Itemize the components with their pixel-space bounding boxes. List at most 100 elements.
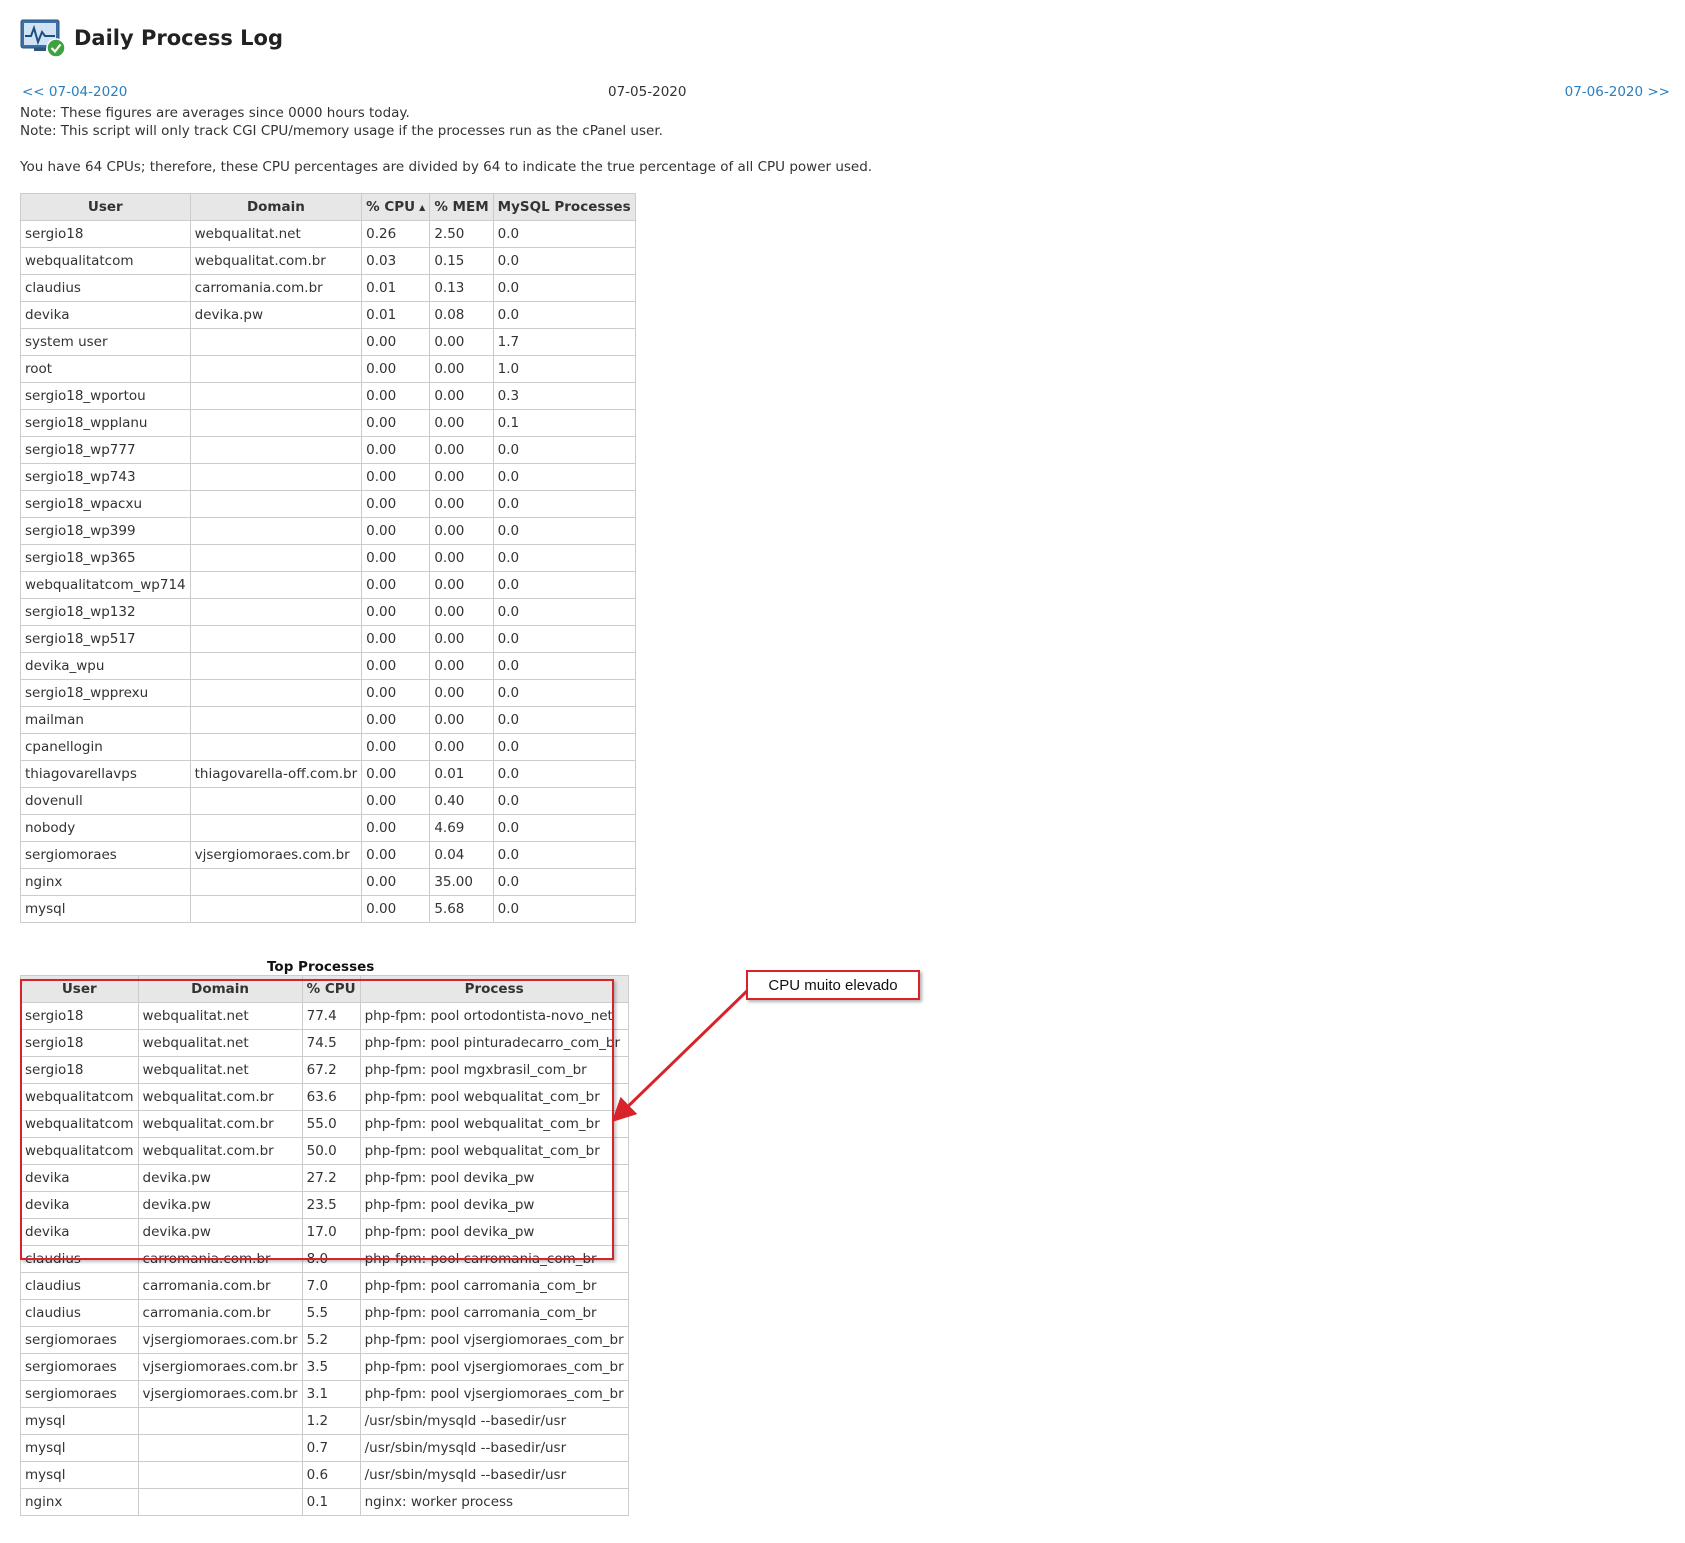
cell-cpu: 23.5 <box>301 1191 361 1219</box>
cell-domain: vjsergiomoraes.com.br <box>137 1353 303 1381</box>
cell-process: php-fpm: pool webqualitat_com_br <box>359 1137 629 1165</box>
cell-mysql-processes: 1.7 <box>492 328 636 356</box>
cell-domain <box>189 652 363 680</box>
cell-user: sergio18_wpacxu <box>20 490 191 518</box>
cell-user: sergio18_wp777 <box>20 436 191 464</box>
cell-mem: 0.01 <box>429 760 494 788</box>
table-row: thiagovarellavps thiagovarella-off.com.br… <box>20 760 636 788</box>
cell-cpu: 0.1 <box>301 1488 361 1516</box>
cell-mysql-processes: 0.0 <box>492 463 636 491</box>
table-row: sergio18_wpplanu 0.00 0.00 0.1 <box>20 409 636 437</box>
col-process[interactable]: Process <box>359 975 629 1003</box>
cell-mysql-processes: 0.0 <box>492 841 636 869</box>
cell-mem: 0.00 <box>429 382 494 410</box>
cell-process: php-fpm: pool pinturadecarro_com_br <box>359 1029 629 1057</box>
cell-domain: webqualitat.net <box>189 220 363 248</box>
cell-cpu: 0.00 <box>361 409 431 437</box>
cell-user: sergio18 <box>20 220 191 248</box>
cell-user: sergiomoraes <box>20 841 191 869</box>
note-averages: Note: These figures are averages since 0… <box>20 105 410 121</box>
cell-cpu: 0.00 <box>361 814 431 842</box>
cell-domain: webqualitat.net <box>137 1056 303 1084</box>
cell-process: php-fpm: pool devika_pw <box>359 1191 629 1219</box>
cell-domain: carromania.com.br <box>137 1245 303 1273</box>
col-mem[interactable]: % MEM <box>429 193 494 221</box>
table-row: mailman 0.00 0.00 0.0 <box>20 706 636 734</box>
cell-cpu: 0.00 <box>361 787 431 815</box>
cell-domain: devika.pw <box>137 1191 303 1219</box>
cell-domain <box>189 733 363 761</box>
cell-user: mailman <box>20 706 191 734</box>
cell-domain: webqualitat.com.br <box>189 247 363 275</box>
cell-user: webqualitatcom_wp714 <box>20 571 191 599</box>
cell-user: sergio18_wp132 <box>20 598 191 626</box>
cell-process: php-fpm: pool webqualitat_com_br <box>359 1110 629 1138</box>
cell-mysql-processes: 0.0 <box>492 625 636 653</box>
cell-process: php-fpm: pool vjsergiomoraes_com_br <box>359 1353 629 1381</box>
date-navigation: << 07-04-2020 07-05-2020 07-06-2020 >> <box>20 84 1670 104</box>
current-date: 07-05-2020 <box>608 84 687 100</box>
previous-day-link[interactable]: << 07-04-2020 <box>22 84 127 100</box>
cell-cpu: 0.01 <box>361 301 431 329</box>
cell-user: nobody <box>20 814 191 842</box>
cell-domain <box>189 409 363 437</box>
cell-cpu: 0.26 <box>361 220 431 248</box>
col-domain[interactable]: Domain <box>189 193 363 221</box>
cell-mem: 0.08 <box>429 301 494 329</box>
cell-process: php-fpm: pool ortodontista-novo_net <box>359 1002 629 1030</box>
cell-domain <box>189 706 363 734</box>
cell-user: sergio18_wpplanu <box>20 409 191 437</box>
cell-mem: 0.00 <box>429 679 494 707</box>
table-row: mysql 0.6/usr/sbin/mysqld --basedir/usr <box>20 1461 629 1489</box>
top-processes-table: User Domain % CPU Process sergio18 webqua… <box>20 975 629 1516</box>
cell-domain: vjsergiomoraes.com.br <box>137 1326 303 1354</box>
table-row: sergio18_wp777 0.00 0.00 0.0 <box>20 436 636 464</box>
next-day-link[interactable]: 07-06-2020 >> <box>1565 84 1670 100</box>
cell-mysql-processes: 0.0 <box>492 733 636 761</box>
col-user[interactable]: User <box>20 975 139 1003</box>
cell-mem: 2.50 <box>429 220 494 248</box>
cell-mem: 4.69 <box>429 814 494 842</box>
col-cpu[interactable]: % CPU ▲ <box>361 193 431 221</box>
cell-domain <box>189 517 363 545</box>
col-domain[interactable]: Domain <box>137 975 303 1003</box>
cell-mysql-processes: 0.0 <box>492 679 636 707</box>
cell-process: php-fpm: pool carromania_com_br <box>359 1272 629 1300</box>
cell-domain <box>189 868 363 896</box>
page-header: Daily Process Log <box>20 18 1670 58</box>
cell-cpu: 0.00 <box>361 625 431 653</box>
cell-process: php-fpm: pool mgxbrasil_com_br <box>359 1056 629 1084</box>
cell-user: mysql <box>20 1407 139 1435</box>
process-monitor-icon <box>20 18 68 58</box>
cell-domain: webqualitat.com.br <box>137 1110 303 1138</box>
cell-process: php-fpm: pool vjsergiomoraes_com_br <box>359 1380 629 1408</box>
cell-cpu: 5.2 <box>301 1326 361 1354</box>
cell-domain: carromania.com.br <box>137 1299 303 1327</box>
cell-domain <box>189 571 363 599</box>
cell-cpu: 0.00 <box>361 652 431 680</box>
cell-user: system user <box>20 328 191 356</box>
col-user[interactable]: User <box>20 193 191 221</box>
cell-user: nginx <box>20 868 191 896</box>
cell-domain <box>189 598 363 626</box>
sort-ascending-icon: ▲ <box>419 203 426 212</box>
cell-cpu: 0.00 <box>361 679 431 707</box>
table-row: claudius carromania.com.br 0.01 0.13 0.0 <box>20 274 636 302</box>
table-row: claudius carromania.com.br 8.0 php-fpm: poo… <box>20 1245 629 1273</box>
cell-domain <box>189 355 363 383</box>
cell-user: sergio18_wp399 <box>20 517 191 545</box>
cell-domain: devika.pw <box>189 301 363 329</box>
cell-domain <box>189 895 363 923</box>
table-row: claudius carromania.com.br 5.5 php-fpm: poo… <box>20 1299 629 1327</box>
cell-cpu: 0.7 <box>301 1434 361 1462</box>
cell-domain <box>137 1434 303 1462</box>
cell-cpu: 0.01 <box>361 274 431 302</box>
table-row: sergio18 webqualitat.net 67.2 php-fpm: pool… <box>20 1056 629 1084</box>
cell-domain <box>189 787 363 815</box>
col-cpu[interactable]: % CPU <box>301 975 361 1003</box>
usage-table-body: sergio18 webqualitat.net 0.26 2.50 0.0 webqua… <box>20 220 636 923</box>
col-mysql-processes[interactable]: MySQL Processes <box>492 193 636 221</box>
cell-domain <box>137 1461 303 1489</box>
table-row: mysql 0.00 5.68 0.0 <box>20 895 636 923</box>
cell-mem: 0.00 <box>429 409 494 437</box>
